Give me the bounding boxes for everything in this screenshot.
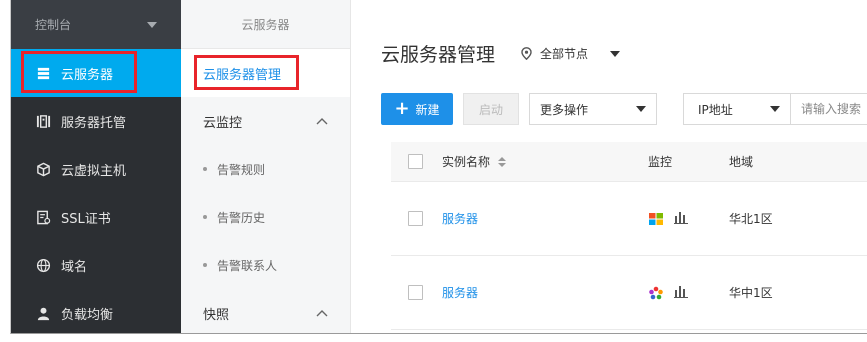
- column-header-name[interactable]: 实例名称: [442, 153, 507, 170]
- chevron-up-icon: [316, 306, 328, 321]
- page-title: 云服务器管理: [381, 44, 496, 66]
- region-selector[interactable]: 全部节点: [521, 45, 621, 62]
- instance-name-link[interactable]: 服务器: [442, 284, 478, 301]
- subnav-group-snapshot[interactable]: 快照: [181, 289, 350, 333]
- subnav-item-alert-contacts[interactable]: 告警联系人: [181, 241, 350, 289]
- bullet-icon: [203, 215, 207, 219]
- subnav-item-alert-history[interactable]: 告警历史: [181, 193, 350, 241]
- sidebar-item-label: 云服务器: [61, 67, 114, 83]
- column-header-region: 地域: [729, 155, 754, 169]
- sidebar-item-label: SSL证书: [61, 211, 111, 227]
- select-all-checkbox[interactable]: [408, 154, 423, 169]
- toolbar: + 新建 启动 更多操作 IP地址: [381, 93, 867, 125]
- search-input[interactable]: [791, 93, 867, 125]
- chevron-down-icon: [770, 106, 780, 112]
- region-cell: 华北1区: [729, 212, 773, 226]
- secondary-sidebar: 云服务器 云服务器管理 云监控 告警规则 告警历史 告警联系人 快照: [181, 0, 351, 333]
- table-row: 服务器 华北1区: [391, 182, 867, 256]
- sidebar-item-label: 云虚拟主机: [61, 163, 127, 179]
- new-button-label: 新建: [415, 102, 440, 117]
- new-button[interactable]: + 新建: [381, 93, 453, 125]
- subnav-item-label: 告警联系人: [217, 258, 278, 273]
- cube-icon: [35, 161, 51, 177]
- console-window: 控制台 云服务器 服务器托管 云虚拟主机 SSL证书 域名 负载均衡 云服务器 …: [10, 0, 867, 334]
- chevron-down-icon: [147, 21, 157, 28]
- subnav-title: 云服务器: [181, 0, 350, 49]
- row-checkbox[interactable]: [408, 211, 423, 226]
- server-rack-icon: [35, 113, 51, 129]
- bar-chart-icon[interactable]: [674, 211, 688, 227]
- instance-table: 实例名称 监控 地域 服务器 华北1区 服务器 华中1区: [391, 142, 867, 330]
- table-header: 实例名称 监控 地域: [391, 142, 867, 182]
- more-actions-select[interactable]: 更多操作: [529, 93, 657, 125]
- bullet-icon: [203, 263, 207, 267]
- column-header-label: 实例名称: [442, 155, 491, 169]
- chevron-down-icon: [610, 50, 621, 57]
- chevron-up-icon: [316, 114, 328, 129]
- globe-icon: [35, 257, 51, 273]
- subnav-item-label: 告警历史: [217, 210, 266, 225]
- sidebar-item-cloud-server[interactable]: 云服务器: [11, 49, 181, 97]
- subnav-group-label: 云监控: [203, 115, 243, 131]
- location-pin-icon: [521, 47, 532, 60]
- subnav-item-alert-rules[interactable]: 告警规则: [181, 145, 350, 193]
- sidebar-item-domain[interactable]: 域名: [11, 241, 181, 289]
- sort-icon: [498, 156, 507, 167]
- chevron-down-icon: [636, 106, 646, 112]
- region-cell: 华中1区: [729, 286, 773, 300]
- console-label: 控制台: [35, 18, 72, 32]
- sidebar-item-label: 负载均衡: [61, 307, 114, 323]
- bullet-icon: [203, 167, 207, 171]
- monitor-cell: [648, 211, 688, 227]
- ip-filter-label: IP地址: [698, 102, 733, 117]
- column-header-monitor: 监控: [648, 155, 673, 169]
- instance-name-link[interactable]: 服务器: [442, 210, 478, 227]
- subnav-group-label: 快照: [203, 307, 230, 323]
- more-actions-label: 更多操作: [540, 102, 589, 117]
- sidebar-item-ssl[interactable]: SSL证书: [11, 193, 181, 241]
- sidebar-item-label: 域名: [61, 259, 88, 275]
- user-balance-icon: [35, 305, 51, 321]
- plus-icon: +: [394, 98, 410, 119]
- main-content: 云服务器管理 全部节点 + 新建 启动 更多操作 IP地址 请输入搜索 实例名称…: [351, 0, 867, 333]
- subnav-item-label: 云服务器管理: [203, 67, 282, 83]
- start-button[interactable]: 启动: [463, 93, 519, 125]
- region-label: 全部节点: [540, 47, 589, 61]
- monitor-cell: [648, 285, 688, 301]
- subnav-item-label: 告警规则: [217, 162, 266, 177]
- table-row: 服务器 华中1区: [391, 256, 867, 330]
- ip-filter-select[interactable]: IP地址: [683, 93, 791, 125]
- sidebar-item-server-hosting[interactable]: 服务器托管: [11, 97, 181, 145]
- bar-chart-icon[interactable]: [674, 285, 688, 301]
- page-header: 云服务器管理 全部节点: [381, 40, 621, 67]
- sidebar-item-label: 服务器托管: [61, 115, 127, 131]
- windows-icon: [648, 212, 664, 226]
- row-checkbox[interactable]: [408, 285, 423, 300]
- subnav-group-monitor[interactable]: 云监控: [181, 97, 350, 145]
- subnav-item-server-management[interactable]: 云服务器管理: [181, 49, 350, 97]
- server-list-icon: [35, 65, 51, 81]
- linux-flower-icon: [648, 286, 664, 300]
- console-dropdown[interactable]: 控制台: [11, 0, 181, 49]
- sidebar-item-virtual-host[interactable]: 云虚拟主机: [11, 145, 181, 193]
- certificate-icon: [35, 209, 51, 225]
- primary-sidebar: 控制台 云服务器 服务器托管 云虚拟主机 SSL证书 域名 负载均衡: [11, 0, 181, 333]
- sidebar-item-load-balancer[interactable]: 负载均衡: [11, 289, 181, 333]
